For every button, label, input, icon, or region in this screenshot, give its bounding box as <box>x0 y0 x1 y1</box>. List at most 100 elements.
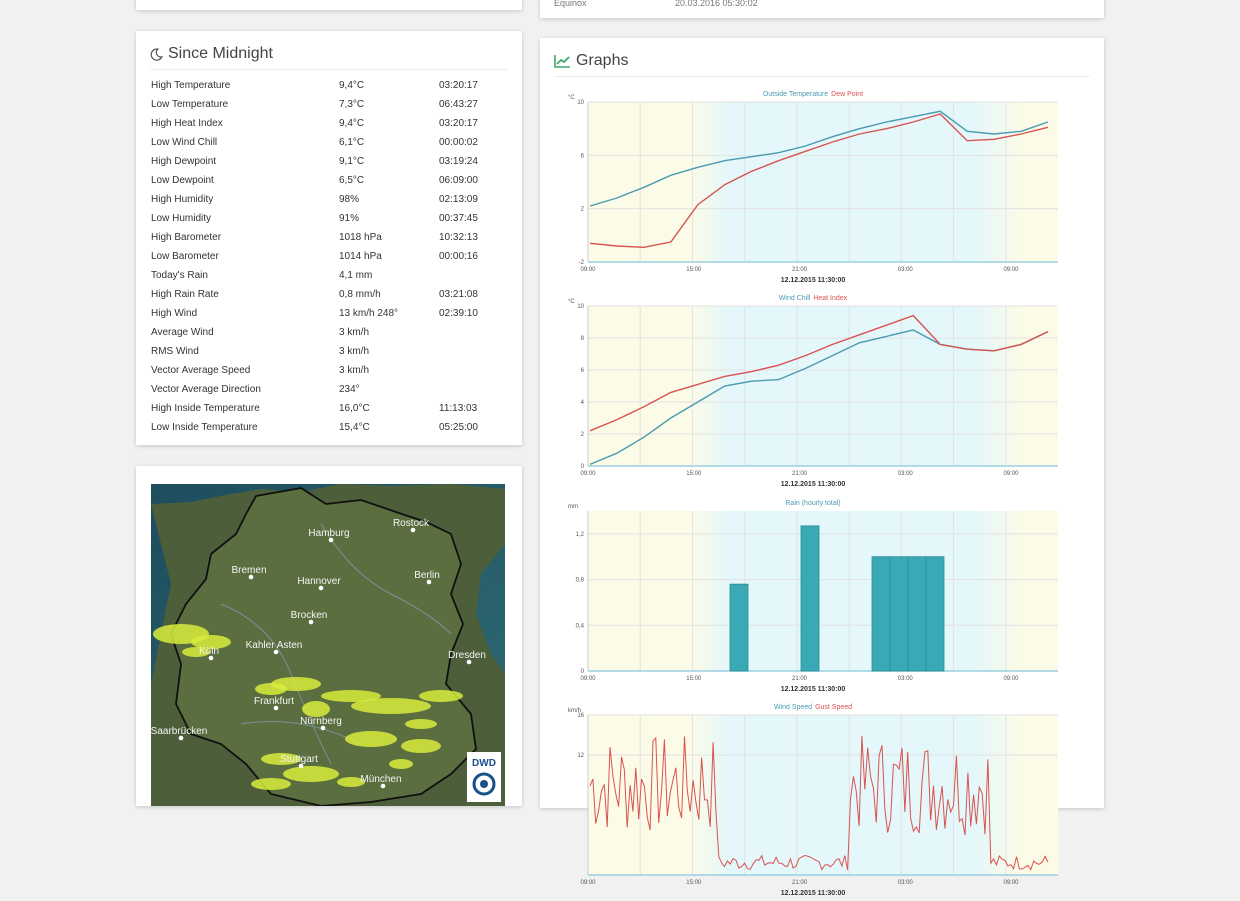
legend-series-name: Dew Point <box>831 91 863 98</box>
rain-cell <box>401 739 441 753</box>
stat-value: 9,4°C <box>339 118 364 129</box>
y-tick-label: 10 <box>577 100 584 106</box>
city-label: Berlin <box>414 570 440 581</box>
y-tick-label: 4 <box>581 400 585 406</box>
radar-map[interactable]: HamburgRostockBremenHannoverBerlinBrocke… <box>151 484 505 806</box>
x-tick-label: 09:00 <box>1003 471 1019 477</box>
rain-bar <box>872 557 890 671</box>
since-midnight-title: Since Midnight <box>168 45 273 63</box>
stat-time: 11:13:03 <box>439 403 477 414</box>
x-tick-label: 03:00 <box>898 676 914 682</box>
x-tick-label: 03:00 <box>898 880 914 886</box>
stat-label: High Humidity <box>151 194 213 205</box>
stat-value: 98% <box>339 194 359 205</box>
x-tick-label: 15:00 <box>686 880 702 886</box>
stat-label: High Barometer <box>151 232 221 243</box>
x-tick-label: 09:00 <box>580 880 596 886</box>
stat-time: 02:39:10 <box>439 308 478 319</box>
chart-legend: Wind SpeedGust Speed <box>774 704 852 711</box>
chart-wind-speed[interactable]: 1216km/h09:0015:0021:0003:0009:0012.12.2… <box>558 701 1078 901</box>
chart-temp-dewpoint[interactable]: -22610°C09:0015:0021:0003:0009:0012.12.2… <box>558 88 1078 288</box>
stat-value: 3 km/h <box>339 327 369 338</box>
city-label: Bremen <box>231 565 266 576</box>
stat-label: Low Temperature <box>151 99 228 110</box>
almanac-label: Equinox <box>554 0 587 8</box>
stats-row: Low Barometer1014 hPa00:00:16 <box>151 251 511 270</box>
stat-label: Vector Average Direction <box>151 384 261 395</box>
chart-windchill-heatindex[interactable]: 0246810°C09:0015:0021:0003:0009:0012.12.… <box>558 292 1078 492</box>
y-unit-label: mm <box>568 504 578 510</box>
almanac-card: Equinox 20.03.2016 05:30:02 <box>540 0 1104 18</box>
rain-bar <box>730 584 748 671</box>
top-left-card <box>136 0 522 10</box>
y-tick-label: 6 <box>581 368 585 374</box>
x-tick-label: 15:00 <box>686 471 702 477</box>
chart-legend: Rain (hourly total) <box>785 500 840 507</box>
stat-time: 02:13:09 <box>439 194 478 205</box>
dwd-logo: DWD <box>467 752 501 802</box>
rain-cell <box>302 701 330 717</box>
stats-row: Today's Rain4,1 mm <box>151 270 511 289</box>
rain-bar <box>890 557 908 671</box>
city-label: Hamburg <box>308 528 349 539</box>
y-tick-label: 0 <box>581 464 585 470</box>
stat-time: 00:00:02 <box>439 137 478 148</box>
stats-row: High Inside Temperature16,0°C11:13:03 <box>151 403 511 422</box>
city-label: Köln <box>199 646 219 657</box>
x-tick-label: 15:00 <box>686 267 702 273</box>
x-tick-label: 15:00 <box>686 676 702 682</box>
since-midnight-heading: Since Midnight <box>150 45 273 63</box>
stat-time: 03:20:17 <box>439 80 478 91</box>
legend-series-name: Heat Index <box>813 295 847 302</box>
moon-icon <box>150 48 163 61</box>
stat-value: 1014 hPa <box>339 251 382 262</box>
y-tick-label: 0,8 <box>576 578 585 584</box>
stat-value: 15,4°C <box>339 422 370 433</box>
legend-series-name: Wind Chill <box>779 295 811 302</box>
stats-row: Low Inside Temperature15,4°C05:25:00 <box>151 422 511 441</box>
graphs-heading: Graphs <box>554 52 628 70</box>
rain-cell <box>283 766 339 782</box>
stat-label: High Wind <box>151 308 197 319</box>
stats-row: High Dewpoint9,1°C03:19:24 <box>151 156 511 175</box>
radar-map-image: HamburgRostockBremenHannoverBerlinBrocke… <box>151 484 505 806</box>
stat-time: 06:09:00 <box>439 175 478 186</box>
stat-time: 10:32:13 <box>439 232 478 243</box>
city-label: Frankfurt <box>254 696 294 707</box>
rain-cell <box>271 677 321 691</box>
title-divider <box>554 76 1090 77</box>
y-tick-label: 1,2 <box>576 532 585 538</box>
x-tick-label: 03:00 <box>898 267 914 273</box>
stat-time: 06:43:27 <box>439 99 478 110</box>
stat-time: 05:25:00 <box>439 422 478 433</box>
svg-text:DWD: DWD <box>472 758 496 769</box>
stat-label: Vector Average Speed <box>151 365 250 376</box>
stat-value: 4,1 mm <box>339 270 372 281</box>
stat-value: 1018 hPa <box>339 232 382 243</box>
legend-series-name: Gust Speed <box>815 704 852 711</box>
chart-date-caption: 12.12.2015 11:30:00 <box>781 686 846 693</box>
stat-value: 6,1°C <box>339 137 364 148</box>
x-tick-label: 09:00 <box>1003 267 1019 273</box>
stat-time: 03:21:08 <box>439 289 478 300</box>
y-tick-label: 2 <box>581 207 585 213</box>
rain-cell <box>251 778 291 790</box>
stats-row: Vector Average Direction234° <box>151 384 511 403</box>
y-unit-label: °C <box>568 299 575 305</box>
rain-bar <box>908 557 926 671</box>
stat-label: Average Wind <box>151 327 214 338</box>
stat-label: High Heat Index <box>151 118 223 129</box>
stat-label: Low Wind Chill <box>151 137 217 148</box>
stat-label: High Dewpoint <box>151 156 216 167</box>
stats-row: Low Humidity91%00:37:45 <box>151 213 511 232</box>
chart-rain[interactable]: 00,40,81,2mm09:0015:0021:0003:0009:0012.… <box>558 497 1078 697</box>
stat-value: 9,4°C <box>339 80 364 91</box>
stat-label: Low Barometer <box>151 251 219 262</box>
rain-cell <box>419 690 463 702</box>
stat-time: 03:19:24 <box>439 156 478 167</box>
city-label: Hannover <box>297 576 341 587</box>
title-divider <box>150 69 508 70</box>
stat-label: Low Dewpoint <box>151 175 214 186</box>
chart-date-caption: 12.12.2015 11:30:00 <box>781 481 846 488</box>
y-tick-label: 6 <box>581 153 585 159</box>
